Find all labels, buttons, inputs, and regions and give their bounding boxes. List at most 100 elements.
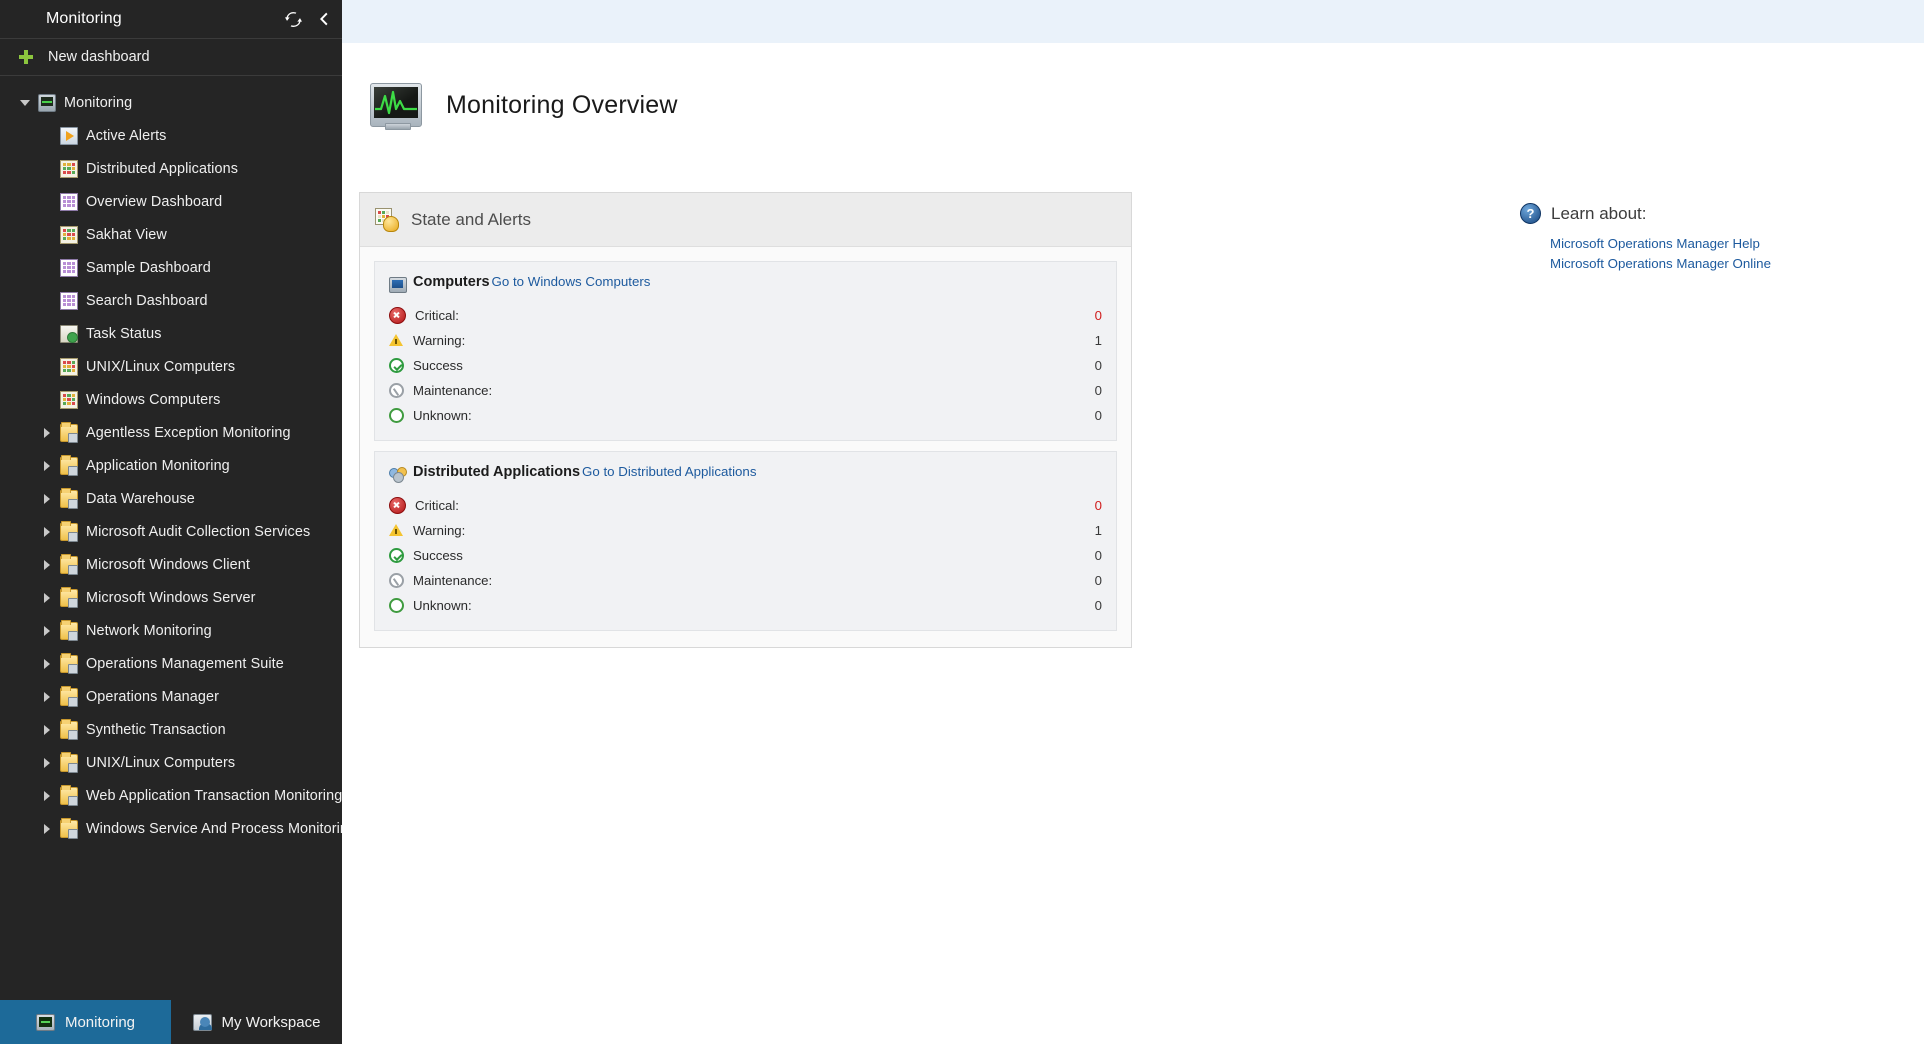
- sidebar-item-distributed-applications[interactable]: Distributed Applications: [0, 152, 342, 185]
- sidebar-item-monitoring[interactable]: Monitoring: [0, 86, 342, 119]
- chevron-right-icon[interactable]: [40, 756, 54, 770]
- new-dashboard-label: New dashboard: [48, 49, 150, 65]
- status-row: Critical: 0: [389, 493, 1102, 518]
- sidebar-item-synthetic-transaction[interactable]: Synthetic Transaction: [0, 713, 342, 746]
- folder-icon: [60, 454, 78, 476]
- computers-icon: [389, 277, 407, 293]
- status-label: Unknown:: [413, 408, 472, 423]
- workspace-tab-label: My Workspace: [221, 1013, 321, 1031]
- new-dashboard-button[interactable]: New dashboard: [0, 39, 342, 76]
- status-label: Maintenance:: [413, 383, 493, 398]
- chevron-right-icon[interactable]: [40, 690, 54, 704]
- sidebar-item-data-warehouse[interactable]: Data Warehouse: [0, 482, 342, 515]
- chevron-right-icon[interactable]: [40, 822, 54, 836]
- sidebar-item-unix-linux-computers[interactable]: UNIX/Linux Computers: [0, 350, 342, 383]
- sidebar-item-microsoft-windows-server[interactable]: Microsoft Windows Server: [0, 581, 342, 614]
- state-card-link[interactable]: Go to Distributed Applications: [582, 464, 756, 479]
- workspace-icon: [192, 1013, 212, 1031]
- sidebar-item-label: UNIX/Linux Computers: [86, 358, 236, 375]
- chevron-down-icon[interactable]: [18, 96, 32, 110]
- sidebar-item-operations-manager[interactable]: Operations Manager: [0, 680, 342, 713]
- page-title: Monitoring Overview: [446, 90, 678, 119]
- warning-icon: [389, 523, 404, 538]
- workspace-tab-my-workspace[interactable]: My Workspace: [171, 1000, 342, 1044]
- chevron-right-icon[interactable]: [40, 789, 54, 803]
- sidebar-item-agentless-exception-monitoring[interactable]: Agentless Exception Monitoring: [0, 416, 342, 449]
- status-label: Warning:: [413, 333, 466, 348]
- sidebar-item-sample-dashboard[interactable]: Sample Dashboard: [0, 251, 342, 284]
- unknown-icon: [389, 598, 404, 613]
- sidebar-item-web-application-transaction-monitoring[interactable]: Web Application Transaction Monitoring: [0, 779, 342, 812]
- chevron-right-icon[interactable]: [40, 492, 54, 506]
- sidebar-item-sakhat-view[interactable]: Sakhat View: [0, 218, 342, 251]
- learn-about-link[interactable]: Microsoft Operations Manager Online: [1550, 254, 1850, 274]
- sidebar-item-windows-service-and-process-monitoring[interactable]: Windows Service And Process Monitoring: [0, 812, 356, 845]
- status-row: Unknown: 0: [389, 403, 1102, 428]
- state-alerts-icon: [375, 207, 399, 232]
- workspace-tab-monitoring[interactable]: Monitoring: [0, 1000, 171, 1044]
- state-and-alerts-panel: State and Alerts Computers Go to Windows …: [359, 192, 1132, 648]
- status-value: 0: [1094, 598, 1102, 613]
- state-card-title: Distributed Applications: [413, 464, 581, 480]
- sidebar-item-label: Distributed Applications: [86, 160, 238, 177]
- learn-about-link[interactable]: Microsoft Operations Manager Help: [1550, 234, 1850, 254]
- status-row: Warning: 1: [389, 328, 1102, 353]
- sidebar-item-label: Sample Dashboard: [86, 259, 211, 276]
- alert-icon: [60, 126, 78, 145]
- warning-icon: [389, 333, 404, 348]
- sidebar-item-active-alerts[interactable]: Active Alerts: [0, 119, 342, 152]
- dashboard-icon: [60, 291, 78, 310]
- learn-about-title: Learn about:: [1551, 203, 1647, 223]
- sidebar-item-application-monitoring[interactable]: Application Monitoring: [0, 449, 342, 482]
- twisty-spacer: [40, 162, 54, 176]
- chevron-right-icon[interactable]: [40, 657, 54, 671]
- state-card-link[interactable]: Go to Windows Computers: [492, 274, 651, 289]
- folder-icon: [60, 817, 78, 839]
- chevron-right-icon[interactable]: [40, 723, 54, 737]
- chevron-right-icon[interactable]: [40, 459, 54, 473]
- sidebar-item-overview-dashboard[interactable]: Overview Dashboard: [0, 185, 342, 218]
- refresh-icon[interactable]: [284, 10, 302, 28]
- top-strip: [342, 0, 1924, 43]
- chevron-right-icon[interactable]: [40, 525, 54, 539]
- maintenance-icon: [389, 573, 404, 588]
- sidebar-item-microsoft-audit-collection-services[interactable]: Microsoft Audit Collection Services: [0, 515, 342, 548]
- twisty-spacer: [40, 195, 54, 209]
- state-card-header: Distributed Applications Go to Distribute…: [389, 464, 1102, 486]
- chevron-right-icon[interactable]: [40, 426, 54, 440]
- sidebar-item-label: Synthetic Transaction: [86, 721, 226, 738]
- chevron-left-icon[interactable]: [314, 10, 332, 28]
- status-value: 0: [1094, 358, 1102, 373]
- chevron-right-icon[interactable]: [40, 624, 54, 638]
- sidebar-item-label: Search Dashboard: [86, 292, 208, 309]
- success-icon: [389, 548, 404, 563]
- status-value: 0: [1094, 548, 1102, 563]
- main-content: Monitoring Overview State and Alerts Com…: [342, 0, 1924, 1044]
- sidebar-item-unix-linux-computers[interactable]: UNIX/Linux Computers: [0, 746, 342, 779]
- folder-icon: [60, 421, 78, 443]
- sidebar-item-operations-management-suite[interactable]: Operations Management Suite: [0, 647, 342, 680]
- status-label: Success: [413, 358, 463, 373]
- status-row: Critical: 0: [389, 303, 1102, 328]
- navigation-sidebar: Monitoring New dashboard Monitoring Acti…: [0, 0, 356, 1044]
- sidebar-item-label: Operations Management Suite: [86, 655, 284, 672]
- status-label: Critical:: [415, 308, 459, 323]
- chevron-right-icon[interactable]: [40, 591, 54, 605]
- sidebar-item-label: Task Status: [86, 325, 162, 342]
- status-label: Maintenance:: [413, 573, 493, 588]
- sidebar-item-network-monitoring[interactable]: Network Monitoring: [0, 614, 342, 647]
- status-value: 0: [1094, 408, 1102, 423]
- status-row: Unknown: 0: [389, 593, 1102, 618]
- sidebar-item-windows-computers[interactable]: Windows Computers: [0, 383, 342, 416]
- learn-about-header: ? Learn about:: [1520, 203, 1850, 224]
- sidebar-item-label: Microsoft Windows Server: [86, 589, 256, 606]
- sidebar-item-search-dashboard[interactable]: Search Dashboard: [0, 284, 342, 317]
- sidebar-item-microsoft-windows-client[interactable]: Microsoft Windows Client: [0, 548, 342, 581]
- sidebar-item-task-status[interactable]: Task Status: [0, 317, 342, 350]
- chevron-right-icon[interactable]: [40, 558, 54, 572]
- state-card: Computers Go to Windows Computers Critical…: [374, 261, 1117, 441]
- folder-icon: [60, 718, 78, 740]
- sidebar-item-label: Sakhat View: [86, 226, 167, 243]
- critical-icon: [389, 497, 406, 514]
- twisty-spacer: [40, 261, 54, 275]
